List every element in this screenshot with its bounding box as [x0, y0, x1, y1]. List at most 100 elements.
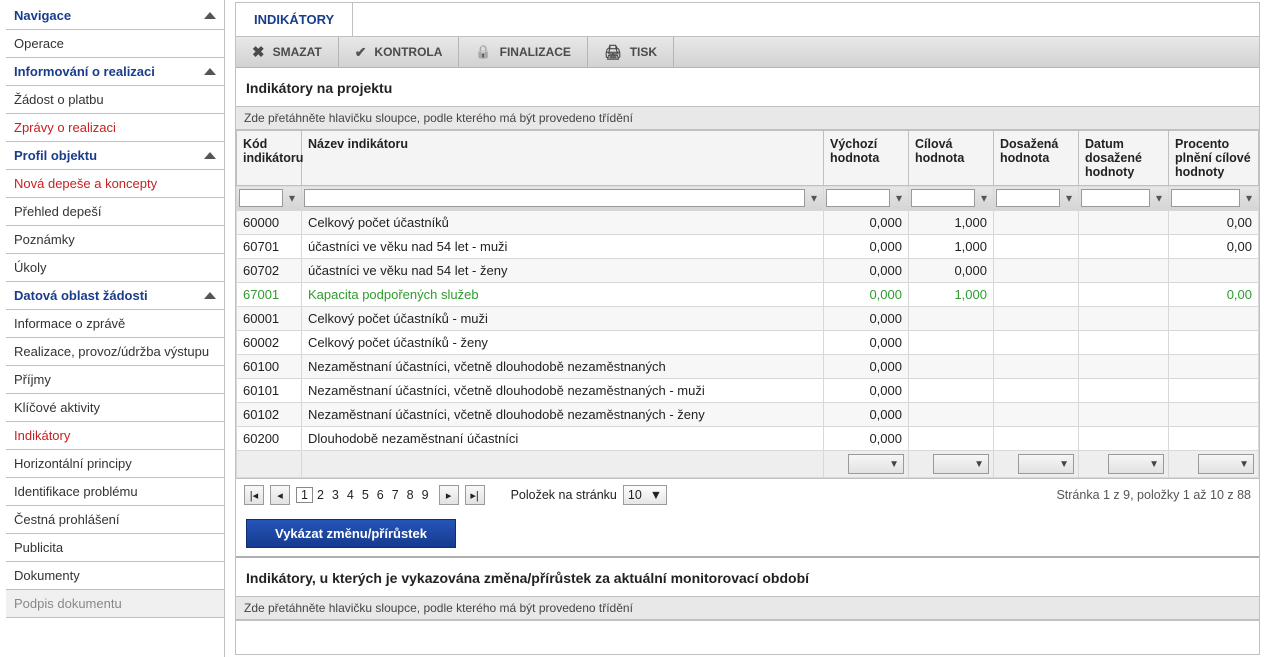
cell-nazev: Nezaměstnaní účastníci, včetně dlouhodob… — [302, 379, 824, 403]
page-number[interactable]: 5 — [358, 488, 373, 502]
nav-item[interactable]: Podpis dokumentu — [6, 590, 224, 618]
first-page-button[interactable]: |◂ — [244, 485, 264, 505]
page-number[interactable]: 7 — [388, 488, 403, 502]
cell-datum — [1079, 235, 1169, 259]
filter-input[interactable] — [304, 189, 805, 207]
table-row[interactable]: 60702účastníci ve věku nad 54 let - ženy… — [237, 259, 1259, 283]
cell-datum — [1079, 259, 1169, 283]
cell-cilova — [909, 331, 994, 355]
page-number[interactable]: 2 — [313, 488, 328, 502]
check-label: KONTROLA — [374, 45, 442, 59]
nav-item[interactable]: Úkoly — [6, 254, 224, 282]
table-row[interactable]: 60701účastníci ve věku nad 54 let - muži… — [237, 235, 1259, 259]
filter-icon[interactable] — [892, 191, 906, 205]
cell-kod: 60101 — [237, 379, 302, 403]
print-button[interactable]: TISK — [588, 37, 674, 67]
cell-proc — [1169, 355, 1259, 379]
filter-input[interactable] — [239, 189, 283, 207]
filter-icon[interactable] — [285, 191, 299, 205]
nav-item[interactable]: Realizace, provoz/údržba výstupu — [6, 338, 224, 366]
nav-item[interactable]: Nová depeše a koncepty — [6, 170, 224, 198]
group-by-hint[interactable]: Zde přetáhněte hlavičku sloupce, podle k… — [236, 106, 1259, 130]
table-row[interactable]: 60200Dlouhodobě nezaměstnaní účastníci0,… — [237, 427, 1259, 451]
cell-vychozi: 0,000 — [824, 427, 909, 451]
nav-item[interactable]: Poznámky — [6, 226, 224, 254]
check-button[interactable]: KONTROLA — [339, 37, 460, 67]
page-number[interactable]: 6 — [373, 488, 388, 502]
nav-item[interactable]: Horizontální principy — [6, 450, 224, 478]
table-row[interactable]: 60101Nezaměstnaní účastníci, včetně dlou… — [237, 379, 1259, 403]
table-row[interactable]: 60000Celkový počet účastníků0,0001,0000,… — [237, 211, 1259, 235]
page-number[interactable]: 3 — [328, 488, 343, 502]
table-row[interactable]: 60002Celkový počet účastníků - ženy0,000 — [237, 331, 1259, 355]
page-number[interactable]: 9 — [418, 488, 433, 502]
nav-item[interactable]: Operace — [6, 30, 224, 58]
table-row[interactable]: 60001Celkový počet účastníků - muži0,000 — [237, 307, 1259, 331]
summary-dropdown[interactable]: ▼ — [1198, 454, 1254, 474]
filter-input[interactable] — [1081, 189, 1150, 207]
section-title-1: Indikátory na projektu — [236, 68, 1259, 106]
nav-item[interactable]: Zprávy o realizaci — [6, 114, 224, 142]
page-number[interactable]: 1 — [296, 487, 313, 503]
col-nazev[interactable]: Název indikátoru — [302, 131, 824, 186]
prev-page-button[interactable]: ◂ — [270, 485, 290, 505]
main-panel: INDIKÁTORY ✖ SMAZAT KONTROLA FINALIZACE … — [235, 2, 1260, 655]
next-page-button[interactable]: ▸ — [439, 485, 459, 505]
nav-item[interactable]: Příjmy — [6, 366, 224, 394]
col-cilova[interactable]: Cílová hodnota — [909, 131, 994, 186]
filter-icon[interactable] — [1062, 191, 1076, 205]
col-kod[interactable]: Kód indikátoru — [237, 131, 302, 186]
cell-dosazena — [994, 331, 1079, 355]
finalize-button[interactable]: FINALIZACE — [459, 37, 588, 67]
nav-item[interactable]: Čestná prohlášení — [6, 506, 224, 534]
nav-item[interactable]: Klíčové aktivity — [6, 394, 224, 422]
col-vychozi[interactable]: Výchozí hodnota — [824, 131, 909, 186]
nav-item[interactable]: Indikátory — [6, 422, 224, 450]
filter-input[interactable] — [1171, 189, 1240, 207]
last-page-button[interactable]: ▸| — [465, 485, 485, 505]
cell-cilova: 1,000 — [909, 211, 994, 235]
table-row[interactable]: 60102Nezaměstnaní účastníci, včetně dlou… — [237, 403, 1259, 427]
cell-dosazena — [994, 235, 1079, 259]
nav-item[interactable]: Přehled depeší — [6, 198, 224, 226]
nav-item[interactable]: Žádost o platbu — [6, 86, 224, 114]
summary-dropdown[interactable]: ▼ — [1018, 454, 1074, 474]
filter-input[interactable] — [826, 189, 890, 207]
items-per-page-select[interactable]: 10 ▼ — [623, 485, 667, 505]
cell-datum — [1079, 331, 1169, 355]
cell-proc — [1169, 307, 1259, 331]
tab-indikatory[interactable]: INDIKÁTORY — [236, 3, 353, 36]
cell-datum — [1079, 355, 1169, 379]
nav-item[interactable]: Identifikace problému — [6, 478, 224, 506]
nav-group-header[interactable]: Datová oblast žádosti — [6, 282, 224, 310]
nav-item[interactable]: Publicita — [6, 534, 224, 562]
summary-dropdown[interactable]: ▼ — [1108, 454, 1164, 474]
summary-dropdown[interactable]: ▼ — [933, 454, 989, 474]
cell-proc — [1169, 259, 1259, 283]
col-datum[interactable]: Datum dosažené hodnoty — [1079, 131, 1169, 186]
cell-cilova: 1,000 — [909, 283, 994, 307]
summary-dropdown[interactable]: ▼ — [848, 454, 904, 474]
filter-icon[interactable] — [807, 191, 821, 205]
table-row[interactable]: 67001Kapacita podpořených služeb0,0001,0… — [237, 283, 1259, 307]
filter-icon[interactable] — [1152, 191, 1166, 205]
col-dosazena[interactable]: Dosažená hodnota — [994, 131, 1079, 186]
filter-icon[interactable] — [977, 191, 991, 205]
toolbar: ✖ SMAZAT KONTROLA FINALIZACE TISK — [236, 37, 1259, 68]
nav-group-header[interactable]: Informování o realizaci — [6, 58, 224, 86]
page-number[interactable]: 8 — [403, 488, 418, 502]
col-procento[interactable]: Procento plnění cílové hodnoty — [1169, 131, 1259, 186]
table-row[interactable]: 60100Nezaměstnaní účastníci, včetně dlou… — [237, 355, 1259, 379]
delete-button[interactable]: ✖ SMAZAT — [236, 37, 339, 67]
nav-item[interactable]: Dokumenty — [6, 562, 224, 590]
filter-input[interactable] — [911, 189, 975, 207]
nav-group-header[interactable]: Profil objektu — [6, 142, 224, 170]
report-change-button[interactable]: Vykázat změnu/přírůstek — [246, 519, 456, 548]
group-by-hint-2[interactable]: Zde přetáhněte hlavičku sloupce, podle k… — [236, 596, 1259, 620]
filter-input[interactable] — [996, 189, 1060, 207]
page-number[interactable]: 4 — [343, 488, 358, 502]
filter-icon[interactable] — [1242, 191, 1256, 205]
cell-vychozi: 0,000 — [824, 259, 909, 283]
nav-item[interactable]: Informace o zprávě — [6, 310, 224, 338]
nav-group-header[interactable]: Navigace — [6, 2, 224, 30]
